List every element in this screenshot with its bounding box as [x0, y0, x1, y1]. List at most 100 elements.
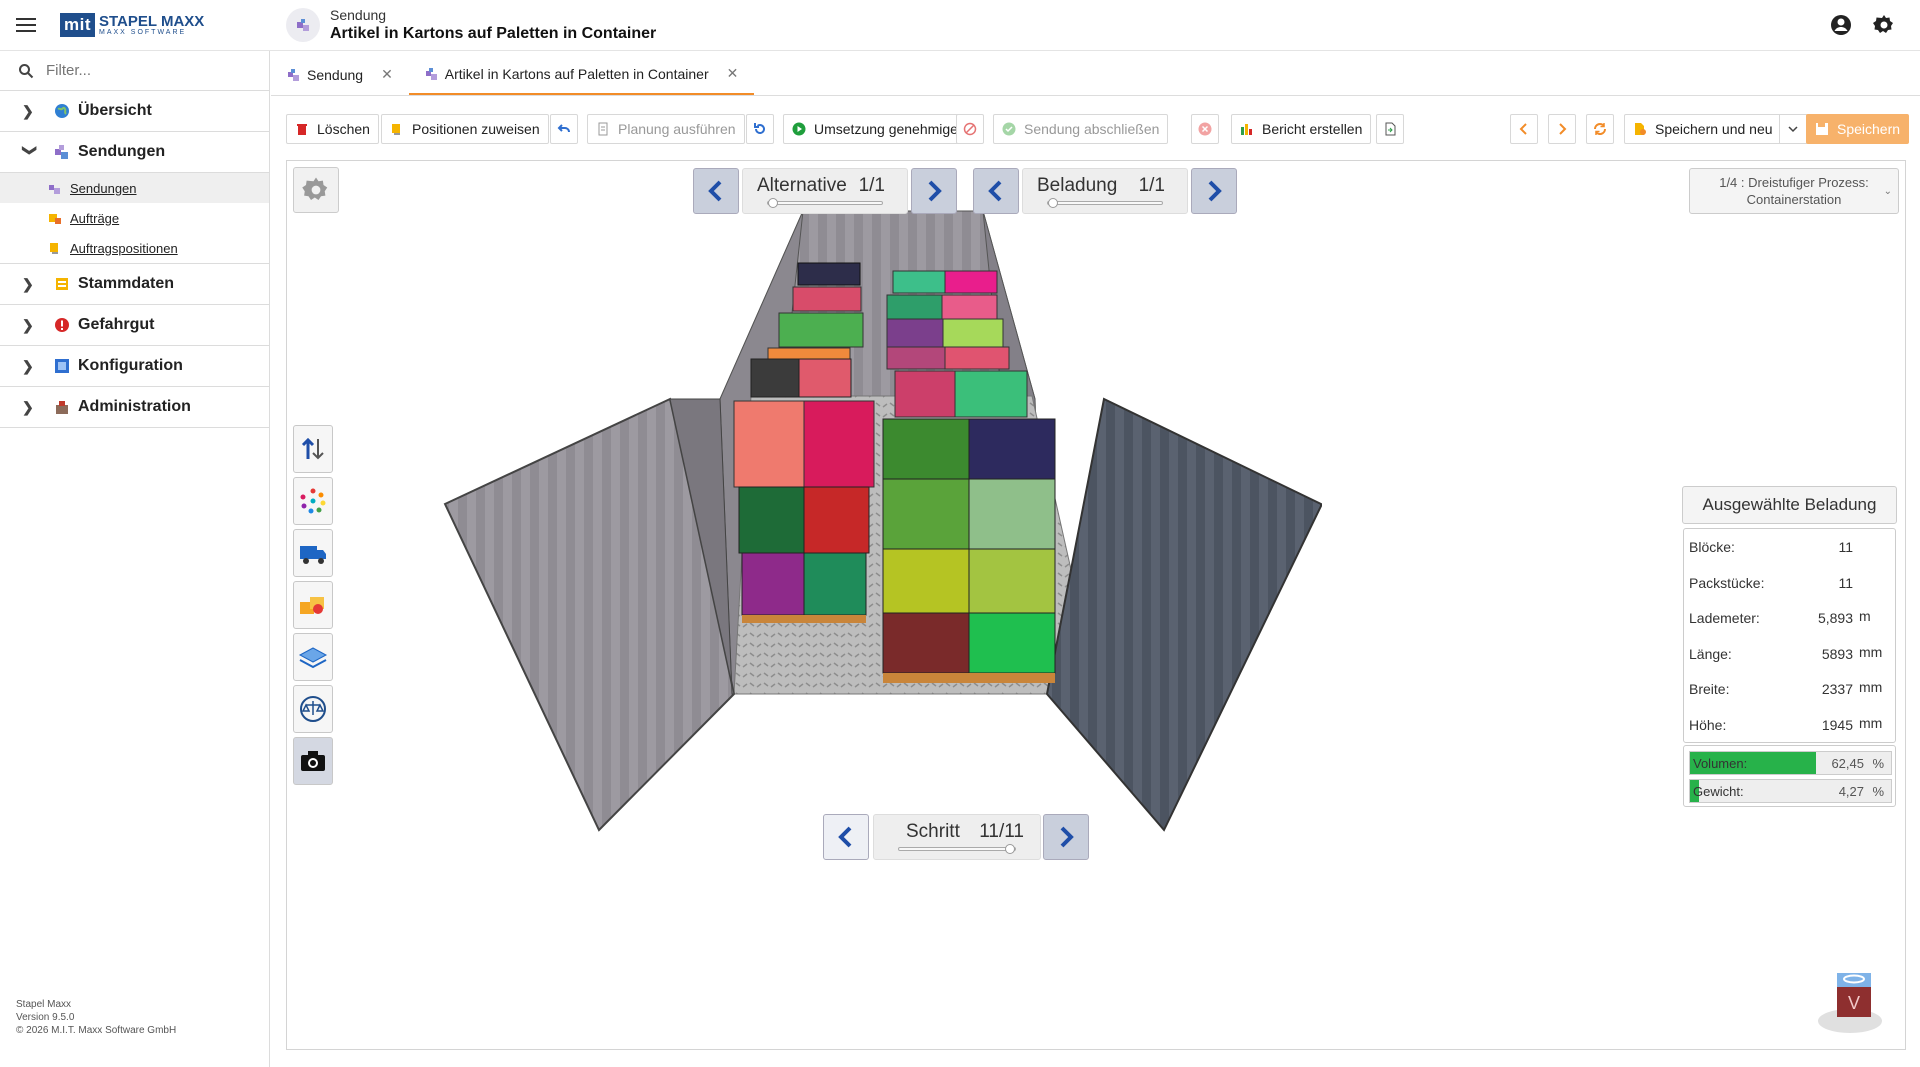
- cargo-box: [944, 270, 998, 294]
- export-button[interactable]: [1376, 114, 1404, 144]
- sidebar-subitem-label: Sendungen: [70, 180, 137, 196]
- cargo-box: [968, 612, 1056, 674]
- loading-slider[interactable]: [1047, 198, 1163, 208]
- tab-artikel-container[interactable]: Artikel in Kartons auf Paletten in Conta…: [408, 54, 755, 95]
- process-select[interactable]: 1/4 : Dreistufiger Prozess: Containersta…: [1689, 168, 1899, 214]
- cancel-button[interactable]: [1191, 114, 1219, 144]
- create-report-button[interactable]: Bericht erstellen: [1231, 114, 1372, 144]
- cargo-box: [892, 270, 946, 294]
- info-value: 5,893: [1817, 610, 1853, 626]
- cargo-box: [942, 318, 1004, 348]
- menu-icon[interactable]: [14, 14, 38, 36]
- refresh-button[interactable]: [1586, 114, 1614, 144]
- selected-loading-header[interactable]: Ausgewählte Beladung: [1682, 486, 1897, 524]
- truck-button[interactable]: [293, 529, 333, 577]
- order-positions-icon: [50, 243, 58, 254]
- sidebar-item-gefahrgut[interactable]: ❯ Gefahrgut: [0, 305, 269, 346]
- cargo-box: [894, 370, 956, 418]
- assign-label: Positionen zuweisen: [412, 121, 540, 137]
- close-icon[interactable]: ✕: [727, 65, 739, 82]
- toolbar: Löschen Positionen zuweisen Planung ausf…: [286, 114, 1910, 144]
- previous-button[interactable]: [1510, 114, 1538, 144]
- orders-icon: [49, 214, 61, 224]
- step-slider[interactable]: [898, 844, 1016, 854]
- sidebar-item-label: Administration: [78, 398, 191, 415]
- app-logo[interactable]: mit STAPEL MAXX MAXX SOFTWARE: [60, 11, 204, 39]
- close-icon[interactable]: ✕: [381, 66, 393, 83]
- cargo-box: [803, 552, 867, 616]
- assign-positions-button[interactable]: Positionen zuweisen: [381, 114, 549, 144]
- tab-sendung[interactable]: Sendung ✕: [271, 54, 409, 95]
- 3d-viewport[interactable]: Alternative 1/1 Beladung 1/1 1/4 : Dreis…: [286, 160, 1906, 1050]
- run-planning-button[interactable]: Planung ausführen: [587, 114, 745, 144]
- sort-arrows-button[interactable]: [293, 425, 333, 473]
- chevron-down-icon[interactable]: [1778, 115, 1807, 143]
- chevron-right-icon: [1208, 180, 1222, 202]
- container-3d-scene[interactable]: [287, 161, 1906, 1050]
- cargo-box: [886, 294, 943, 320]
- sidebar-subitem-auftraege[interactable]: Aufträge: [0, 203, 269, 233]
- cargo-box: [797, 262, 861, 286]
- loading-label: Beladung: [1037, 175, 1118, 196]
- layers-button[interactable]: [293, 633, 333, 681]
- reject-button[interactable]: [956, 114, 984, 144]
- info-key: Breite:: [1689, 681, 1730, 697]
- approve-button[interactable]: Umsetzung genehmigen: [783, 114, 975, 144]
- info-unit: m: [1859, 608, 1871, 624]
- footer-copyright: © 2026 M.I.T. Maxx Software GmbH: [16, 1025, 177, 1036]
- orientation-cube-icon[interactable]: V: [1815, 971, 1885, 1035]
- view-settings-gear-icon[interactable]: [293, 167, 339, 213]
- sidebar: ❯ Übersicht ❯ Sendungen Sendungen Aufträ…: [0, 51, 270, 1067]
- cargo-box: [968, 548, 1056, 614]
- close-circle-icon: [1198, 122, 1212, 136]
- slider-knob[interactable]: [1005, 844, 1015, 854]
- user-icon[interactable]: [1829, 13, 1853, 37]
- complete-shipment-button[interactable]: Sendung abschließen: [993, 114, 1169, 144]
- report-label: Bericht erstellen: [1262, 121, 1363, 137]
- alternative-prev-button[interactable]: [693, 168, 739, 214]
- sidebar-subitem-label: Aufträge: [70, 210, 120, 226]
- sidebar-item-stammdaten[interactable]: ❯ Stammdaten: [0, 264, 269, 305]
- delete-button[interactable]: Löschen: [286, 114, 379, 144]
- sidebar-item-administration[interactable]: ❯ Administration: [0, 387, 269, 428]
- cargo-box: [941, 294, 998, 320]
- save-and-new-button[interactable]: Speichern und neu: [1624, 114, 1808, 144]
- orientation-cube-label: V: [1848, 993, 1860, 1013]
- sidebar-item-uebersicht[interactable]: ❯ Übersicht: [0, 91, 269, 132]
- sidebar-item-sendungen[interactable]: ❯ Sendungen: [0, 132, 269, 173]
- alternative-next-button[interactable]: [911, 168, 957, 214]
- color-dots-button[interactable]: [293, 477, 333, 525]
- settings-gear-icon[interactable]: [1872, 13, 1896, 37]
- document-tabs: Sendung ✕ Artikel in Kartons auf Palette…: [271, 54, 1920, 96]
- info-unit: mm: [1859, 643, 1883, 660]
- sidebar-item-konfiguration[interactable]: ❯ Konfiguration: [0, 346, 269, 387]
- step-prev-button[interactable]: [823, 814, 869, 860]
- sidebar-subitem-auftragspositionen[interactable]: Auftragspositionen: [0, 233, 269, 263]
- info-value: 2337: [1821, 681, 1853, 697]
- scale-button[interactable]: [293, 685, 333, 733]
- reset-button[interactable]: [746, 114, 774, 144]
- sidebar-subitem-sendungen[interactable]: Sendungen: [0, 173, 269, 203]
- undo-button[interactable]: [550, 114, 578, 144]
- filter-input[interactable]: [46, 62, 246, 79]
- loading-prev-button[interactable]: [973, 168, 1019, 214]
- slider-knob[interactable]: [768, 198, 778, 208]
- volume-bar: Volumen: 62,45 %: [1689, 751, 1892, 775]
- cargo-box: [798, 358, 852, 398]
- tab-label: Sendung: [307, 66, 364, 83]
- camera-button[interactable]: [293, 737, 333, 785]
- next-button[interactable]: [1548, 114, 1576, 144]
- loading-next-button[interactable]: [1191, 168, 1237, 214]
- step-next-button[interactable]: [1043, 814, 1089, 860]
- boxes-button[interactable]: [293, 581, 333, 629]
- slider-knob[interactable]: [1048, 198, 1058, 208]
- step-label: Schritt: [906, 821, 960, 842]
- alternative-slider[interactable]: [767, 198, 883, 208]
- sidebar-item-label: Gefahrgut: [78, 316, 155, 333]
- chevron-left-icon: [838, 826, 852, 848]
- info-row-packstuecke: Packstücke: 11: [1684, 565, 1895, 601]
- assign-icon: [392, 124, 400, 135]
- save-button[interactable]: Speichern: [1806, 114, 1910, 144]
- prohibited-icon: [963, 122, 977, 136]
- logo-name: STAPEL MAXX: [99, 13, 205, 30]
